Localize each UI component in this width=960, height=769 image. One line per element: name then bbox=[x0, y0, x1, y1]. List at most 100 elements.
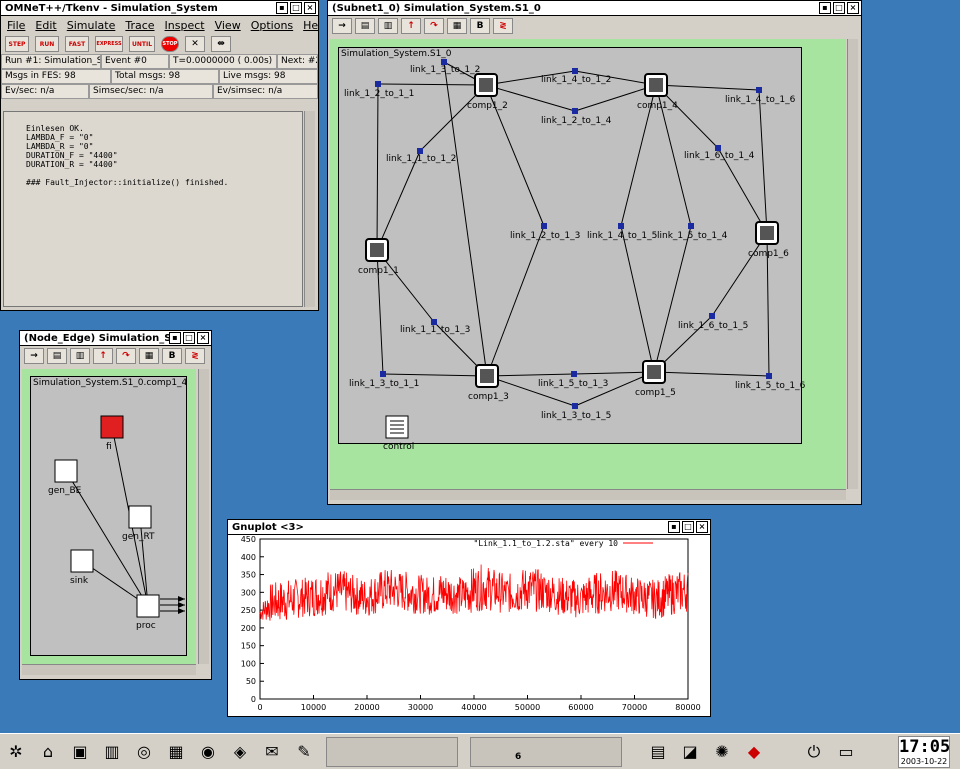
y-tick-label: 100 bbox=[241, 659, 256, 668]
layout-icon[interactable]: ⇹ bbox=[211, 36, 231, 52]
parent-icon[interactable]: → bbox=[24, 348, 44, 364]
tray-icons[interactable]: ▭ bbox=[832, 739, 860, 765]
node-edge-window-title: (Node_Edge) Simulation_Sy bbox=[24, 332, 178, 344]
menu-simulate[interactable]: Simulate bbox=[67, 19, 116, 32]
disk-icon[interactable]: ◪ bbox=[676, 739, 704, 765]
dragon-icon[interactable]: ◆ bbox=[740, 739, 768, 765]
subnet-window-title: (Subnet1_0) Simulation_System.S1_0 bbox=[332, 2, 541, 14]
subnet-window: (Subnet1_0) Simulation_System.S1_0 ▪ □ × →… bbox=[327, 0, 862, 505]
x-tick-label: 40000 bbox=[461, 703, 486, 712]
y-tick-label: 450 bbox=[241, 535, 256, 544]
minimize-button[interactable]: ▪ bbox=[276, 2, 288, 14]
status-row-2: Msgs in FES: 98 Total msgs: 98 Live msgs… bbox=[1, 69, 318, 84]
time-status: T=0.0000000 ( 0.00s) bbox=[169, 54, 277, 69]
network-icon[interactable]: ◈ bbox=[226, 739, 254, 765]
x-tick-label: 50000 bbox=[515, 703, 540, 712]
calculator-icon[interactable]: ▤ bbox=[644, 739, 672, 765]
x-tick-label: 70000 bbox=[622, 703, 647, 712]
menu-inspect[interactable]: Inspect bbox=[165, 19, 205, 32]
x-tick-label: 20000 bbox=[354, 703, 379, 712]
home-icon[interactable]: ⌂ bbox=[34, 739, 62, 765]
maximize-button[interactable]: □ bbox=[833, 2, 845, 14]
y-tick-label: 300 bbox=[241, 588, 256, 597]
b-icon[interactable]: B bbox=[470, 18, 490, 34]
network-icon[interactable]: ✕ bbox=[185, 36, 205, 52]
maximize-button[interactable]: □ bbox=[682, 521, 694, 533]
stop-button[interactable]: STOP bbox=[161, 36, 179, 52]
gnuplot-window: Gnuplot <3> ▪ □ × 0 50 100 150 200 250 300 350 400… bbox=[227, 519, 711, 717]
relayout-icon[interactable]: ≷ bbox=[493, 18, 513, 34]
log-output[interactable]: Einlesen OK. LAMBDA_F = "0" LAMBDA_R = "… bbox=[3, 111, 303, 307]
status-row-1: Run #1: Simulation_Sy Event #0 T=0.00000… bbox=[1, 54, 318, 69]
b-icon[interactable]: B bbox=[162, 348, 182, 364]
module-icon[interactable]: ▤ bbox=[47, 348, 67, 364]
subnet-hscroll[interactable] bbox=[330, 489, 846, 500]
menu-help[interactable]: Help bbox=[303, 19, 318, 32]
browser-icon[interactable]: ◉ bbox=[194, 739, 222, 765]
paint-icon[interactable]: ▦ bbox=[447, 18, 467, 34]
mail-icon[interactable]: ✉ bbox=[258, 739, 286, 765]
relayout-icon[interactable]: ≷ bbox=[185, 348, 205, 364]
run-button[interactable]: RUN bbox=[35, 36, 59, 52]
parent-icon[interactable]: → bbox=[332, 18, 352, 34]
x-tick-label: 0 bbox=[257, 703, 262, 712]
subnet-vscroll[interactable] bbox=[847, 39, 858, 489]
objects-icon[interactable]: ▥ bbox=[378, 18, 398, 34]
x-tick-label: 10000 bbox=[301, 703, 326, 712]
log-scrollbar[interactable] bbox=[304, 111, 315, 307]
fast-button[interactable]: FAST bbox=[65, 36, 89, 52]
lock-icon[interactable]: ⏻ bbox=[800, 739, 828, 765]
sim-toolbar: STEP RUN FAST EXPRESS UNTIL STOP ✕ ⇹ bbox=[1, 34, 318, 54]
close-button[interactable]: × bbox=[304, 2, 316, 14]
folder-icon[interactable]: ▦ bbox=[162, 739, 190, 765]
y-tick-label: 150 bbox=[241, 642, 256, 651]
menu-view[interactable]: View bbox=[215, 19, 241, 32]
node-edge-vscroll[interactable] bbox=[198, 369, 209, 664]
menu-options[interactable]: Options bbox=[251, 19, 293, 32]
node-edge-hscroll[interactable] bbox=[22, 664, 196, 675]
legend-label: "Link_1.1_to_1.2.sta" every 10 bbox=[474, 539, 619, 548]
subnet-titlebar[interactable]: (Subnet1_0) Simulation_System.S1_0 ▪ □ × bbox=[328, 1, 861, 16]
paint-icon[interactable]: ▦ bbox=[139, 348, 159, 364]
simsec-status: Simsec/sec: n/a bbox=[89, 84, 213, 99]
minimize-button[interactable]: ▪ bbox=[668, 521, 680, 533]
close-button[interactable]: × bbox=[847, 2, 859, 14]
kde-menu-icon[interactable]: ✲ bbox=[2, 739, 30, 765]
y-tick-label: 400 bbox=[241, 553, 256, 562]
plot-frame bbox=[259, 538, 689, 700]
express-button[interactable]: EXPRESS bbox=[95, 36, 123, 52]
tkenv-window: OMNeT++/Tkenv - Simulation_System ▪ □ × Fi… bbox=[0, 0, 319, 311]
clock[interactable]: 17:05 2003-10-22 bbox=[898, 736, 950, 768]
run-icon[interactable]: ↷ bbox=[424, 18, 444, 34]
total-msgs-status: Total msgs: 98 bbox=[111, 69, 219, 84]
step-icon[interactable]: ↑ bbox=[93, 348, 113, 364]
module-icon[interactable]: ▤ bbox=[355, 18, 375, 34]
objects-icon[interactable]: ▥ bbox=[70, 348, 90, 364]
gnuplot-titlebar[interactable]: Gnuplot <3> ▪ □ × bbox=[228, 520, 710, 535]
close-button[interactable]: × bbox=[197, 332, 209, 344]
maximize-button[interactable]: □ bbox=[183, 332, 195, 344]
help-lifebuoy-icon[interactable]: ◎ bbox=[130, 739, 158, 765]
monitor-icon[interactable]: ▥ bbox=[98, 739, 126, 765]
pager-active-desktop: 6 bbox=[515, 751, 522, 762]
minimize-button[interactable]: ▪ bbox=[169, 332, 181, 344]
until-button[interactable]: UNTIL bbox=[129, 36, 155, 52]
terminal-icon[interactable]: ▣ bbox=[66, 739, 94, 765]
gnuplot-plot: 0 50 100 150 200 250 300 350 400 450 0 10000 20000 30… bbox=[241, 535, 701, 712]
run-icon[interactable]: ↷ bbox=[116, 348, 136, 364]
tkenv-titlebar[interactable]: OMNeT++/Tkenv - Simulation_System ▪ □ × bbox=[1, 1, 318, 16]
step-button[interactable]: STEP bbox=[5, 36, 29, 52]
window-list[interactable] bbox=[326, 736, 458, 767]
node-edge-titlebar[interactable]: (Node_Edge) Simulation_Sy ▪ □ × bbox=[20, 331, 211, 346]
menu-trace[interactable]: Trace bbox=[125, 19, 154, 32]
desktop-pager[interactable]: 6 bbox=[470, 736, 622, 767]
step-icon[interactable]: ↑ bbox=[401, 18, 421, 34]
inspector-toolbar: → ▤ ▥ ↑ ↷ ▦ B ≷ bbox=[328, 16, 861, 36]
menu-file[interactable]: File bbox=[7, 19, 25, 32]
ship-wheel-icon[interactable]: ✺ bbox=[708, 739, 736, 765]
close-button[interactable]: × bbox=[696, 521, 708, 533]
maximize-button[interactable]: □ bbox=[290, 2, 302, 14]
editor-icon[interactable]: ✎ bbox=[290, 739, 318, 765]
minimize-button[interactable]: ▪ bbox=[819, 2, 831, 14]
menu-edit[interactable]: Edit bbox=[35, 19, 56, 32]
